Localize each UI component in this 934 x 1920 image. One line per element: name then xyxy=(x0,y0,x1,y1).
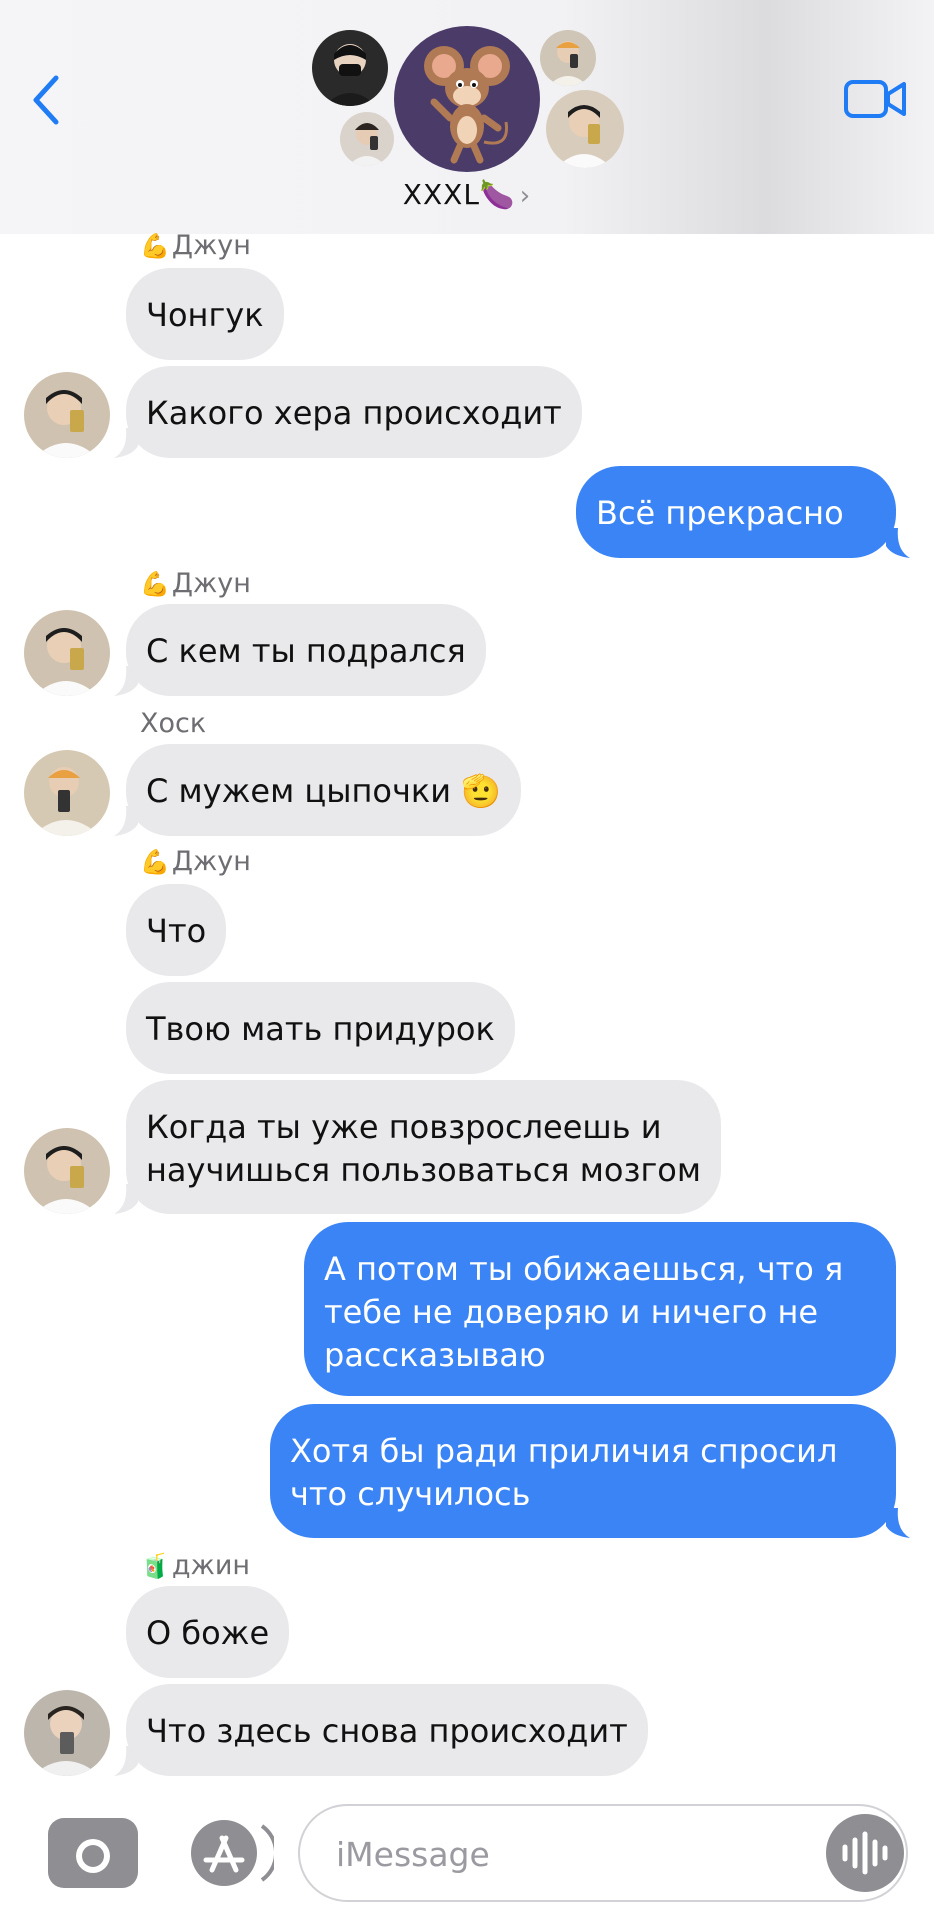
message-bubble-incoming[interactable]: Когда ты уже повзрослеешь и научишься по… xyxy=(126,1080,721,1214)
sender-label: 💪Джун xyxy=(140,230,251,261)
app-store-button[interactable] xyxy=(182,1816,279,1890)
group-name: XXXL🍆 xyxy=(402,178,516,211)
juice-box-emoji: 🧃 xyxy=(140,1552,170,1580)
camera-icon xyxy=(76,1824,110,1873)
sender-avatar xyxy=(24,1128,110,1214)
message-bubble-incoming[interactable]: Твою мать придурок xyxy=(126,982,515,1074)
bubble-tail xyxy=(886,1508,910,1538)
video-camera-icon xyxy=(844,80,906,118)
message-bubble-outgoing[interactable]: Хотя бы ради приличия спросил что случил… xyxy=(270,1404,896,1538)
sender-avatar xyxy=(24,1690,110,1776)
sender-name: джин xyxy=(171,1550,251,1581)
message-bubble-incoming[interactable]: Что xyxy=(126,884,227,976)
voice-message-button[interactable] xyxy=(826,1814,904,1892)
chevron-left-icon xyxy=(33,75,59,125)
message-bubble-incoming[interactable]: С кем ты подрался xyxy=(126,604,486,696)
message-bubble-incoming[interactable]: Чонгук xyxy=(126,268,284,360)
sender-label: 💪Джун xyxy=(140,846,251,877)
sender-avatar xyxy=(24,750,110,836)
chevron-right-icon: › xyxy=(519,181,532,211)
sender-name: Джун xyxy=(171,846,251,877)
member-avatar xyxy=(340,112,394,166)
sender-label: Хоск xyxy=(140,708,206,739)
member-avatar xyxy=(540,30,596,86)
sender-avatar xyxy=(24,610,110,696)
member-avatar xyxy=(312,30,388,106)
app-store-icon xyxy=(191,1820,279,1886)
flexed-biceps-emoji: 💪 xyxy=(140,570,170,598)
message-input-field[interactable] xyxy=(298,1804,908,1902)
message-bubble-outgoing[interactable]: А потом ты обижаешься, что я тебе не дов… xyxy=(304,1222,896,1396)
flexed-biceps-emoji: 💪 xyxy=(140,232,170,260)
flexed-biceps-emoji: 💪 xyxy=(140,848,170,876)
group-avatar[interactable] xyxy=(394,26,540,172)
sender-name: Хоск xyxy=(140,708,207,739)
member-avatar xyxy=(546,90,624,168)
video-call-button[interactable] xyxy=(844,78,908,120)
waveform-icon xyxy=(842,1831,888,1875)
message-bubble-incoming[interactable]: О боже xyxy=(126,1586,290,1678)
conversation-header: XXXL🍆 › xyxy=(0,0,934,234)
message-bubble-outgoing[interactable]: Всё прекрасно xyxy=(576,466,896,558)
sender-name: Джун xyxy=(171,230,251,261)
sender-avatar xyxy=(24,372,110,458)
camera-button[interactable] xyxy=(48,1818,138,1888)
message-bubble-incoming[interactable]: Какого хера происходит xyxy=(126,366,582,458)
group-name-button[interactable]: XXXL🍆 › xyxy=(300,178,634,211)
message-bubble-incoming[interactable]: С мужем цыпочки 🫡 xyxy=(126,744,522,836)
sender-label: 🧃джин xyxy=(140,1550,250,1581)
bubble-tail xyxy=(886,528,910,558)
back-button[interactable] xyxy=(28,72,68,128)
mouse-cartoon-icon xyxy=(424,46,510,164)
sender-name: Джун xyxy=(171,568,251,599)
message-input[interactable] xyxy=(334,1830,798,1878)
message-bubble-incoming[interactable]: Что здесь снова происходит xyxy=(126,1684,648,1776)
sender-label: 💪Джун xyxy=(140,568,251,599)
